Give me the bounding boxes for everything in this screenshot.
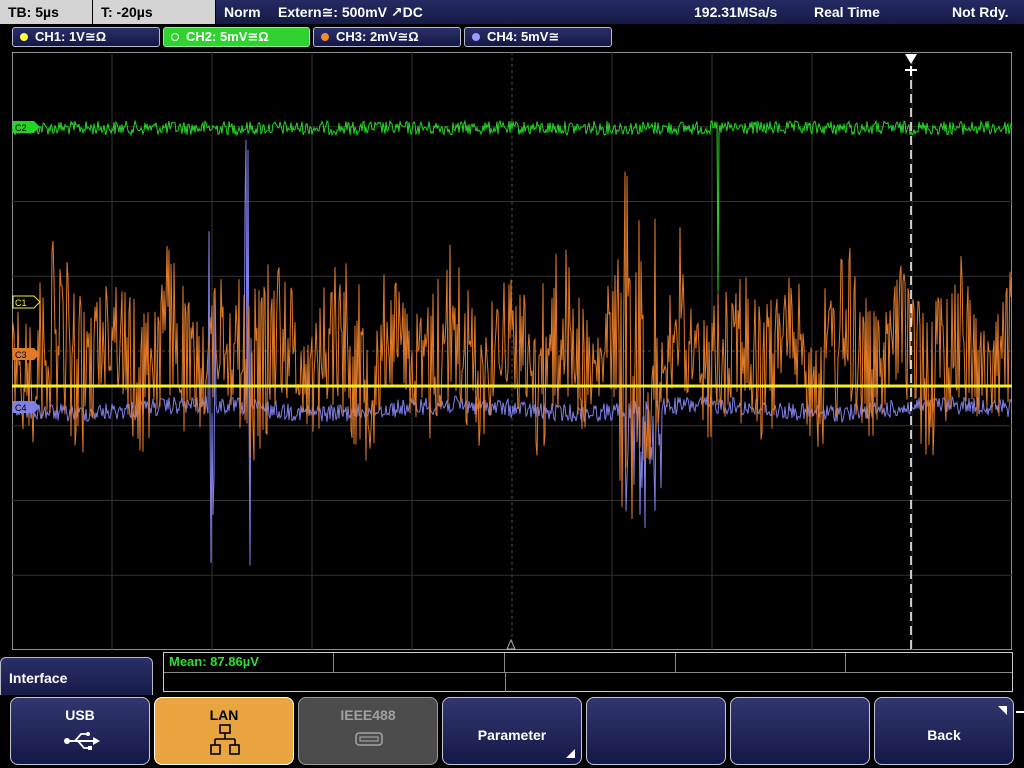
- timebase-readout[interactable]: TB: 5µs: [0, 0, 92, 24]
- ieee488-button-label: IEEE488: [340, 707, 396, 723]
- measurement-cell: [676, 653, 846, 672]
- tab-ch2[interactable]: CH2: 5mV≅Ω: [163, 27, 310, 47]
- measurement-cell: [164, 653, 334, 672]
- trigger-source[interactable]: Extern≅: 500mV ↗DC: [278, 0, 423, 24]
- ieee488-button[interactable]: IEEE488: [298, 697, 438, 765]
- ch4-marker-label: C4: [15, 403, 27, 413]
- status-bar: TB: 5µs T: -20µs Norm Extern≅: 500mV ↗DC…: [0, 0, 1024, 24]
- acquisition-mode: Real Time: [814, 4, 880, 20]
- trigger-mode[interactable]: Norm: [224, 0, 261, 24]
- measurement-divider: [505, 672, 506, 692]
- tab-ch3-label: CH3: 2mV≅Ω: [336, 29, 419, 44]
- tab-ch3[interactable]: CH3: 2mV≅Ω: [313, 27, 461, 47]
- parameter-button[interactable]: Parameter: [442, 697, 582, 765]
- tab-ch2-label: CH2: 5mV≅Ω: [186, 29, 269, 44]
- ch3-indicator-icon: [321, 33, 329, 41]
- lan-button[interactable]: LAN: [154, 697, 294, 765]
- usb-button[interactable]: USB: [10, 697, 150, 765]
- sample-rate: 192.31MSa/s: [694, 4, 778, 20]
- gpib-connector-icon: [355, 732, 383, 746]
- waveform-display[interactable]: C2 C1 C3 C4: [12, 52, 1012, 650]
- back-button[interactable]: Back: [874, 697, 1014, 765]
- timebase-value: TB: 5µs: [8, 4, 59, 20]
- lan-icon: [210, 724, 240, 755]
- usb-icon: [64, 732, 100, 750]
- measurement-cell: [505, 653, 676, 672]
- ch1-offset-marker[interactable]: C1: [12, 295, 41, 309]
- back-button-label: Back: [927, 727, 961, 743]
- ch1-marker-label: C1: [15, 298, 27, 308]
- ch1-indicator-icon: [20, 33, 28, 41]
- submenu-corner-icon: [566, 749, 575, 758]
- menu-up-corner-icon: [998, 706, 1007, 715]
- ch4-indicator-icon: [472, 33, 480, 41]
- measurement-row-divider: [164, 672, 1012, 673]
- acquisition-state: Not Rdy.: [952, 4, 1009, 20]
- empty-softkey-5[interactable]: [586, 697, 726, 765]
- acquisition-status-strip: Norm Extern≅: 500mV ↗DC 192.31MSa/s Real…: [216, 0, 1024, 24]
- menu-title: Interface: [9, 670, 68, 686]
- ch2-marker-label: C2: [15, 123, 27, 133]
- lan-button-label: LAN: [209, 707, 239, 723]
- parameter-button-label: Parameter: [477, 727, 547, 743]
- usb-button-label: USB: [65, 707, 95, 723]
- softkey-edge-mark: [1016, 711, 1024, 713]
- tab-ch1[interactable]: CH1: 1V≅Ω: [12, 27, 160, 47]
- channel-tabs: CH1: 1V≅Ω CH2: 5mV≅Ω CH3: 2mV≅Ω CH4: 5mV…: [0, 24, 1024, 50]
- menu-title-tab: Interface: [0, 657, 153, 699]
- trigger-time-readout[interactable]: T: -20µs: [93, 0, 215, 24]
- measurement-cell: [334, 653, 505, 672]
- empty-softkey-6[interactable]: [730, 697, 870, 765]
- trigger-time-value: T: -20µs: [101, 4, 153, 20]
- ch2-indicator-icon: [171, 33, 179, 41]
- ch3-marker-label: C3: [15, 350, 27, 360]
- measurement-panel[interactable]: Mean: 87.86µV: [163, 652, 1013, 692]
- tab-ch4[interactable]: CH4: 5mV≅: [464, 27, 612, 47]
- softkey-bar: USB LAN IEEE488 Parameter Back: [0, 695, 1024, 768]
- tab-ch1-label: CH1: 1V≅Ω: [35, 29, 107, 44]
- tab-ch4-label: CH4: 5mV≅: [487, 29, 560, 44]
